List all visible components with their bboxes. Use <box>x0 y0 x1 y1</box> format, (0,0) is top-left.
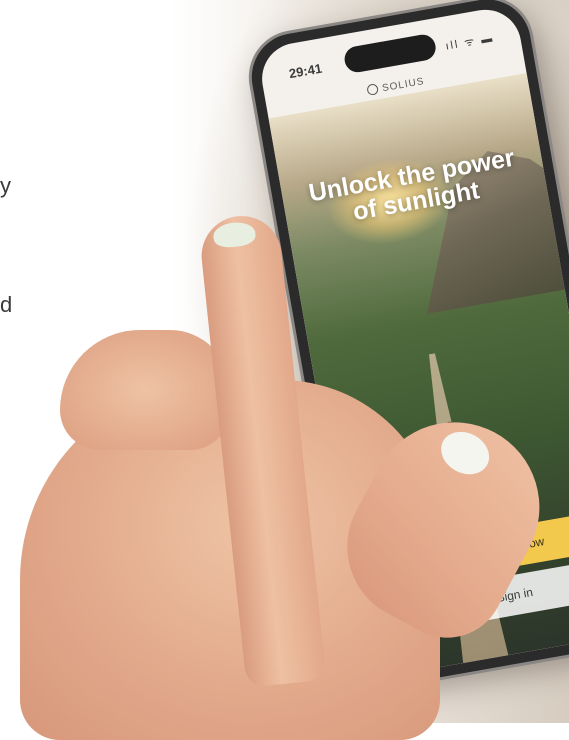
status-icons: ıll ᯤ ▬ <box>444 32 496 53</box>
fingernail <box>212 220 257 249</box>
dynamic-island <box>342 32 438 75</box>
cropped-side-text: y <box>0 173 11 198</box>
status-time: 29:41 <box>287 60 324 82</box>
thumbnail-nail <box>433 423 497 483</box>
cropped-side-text: d <box>0 292 13 317</box>
circle-logo-icon <box>366 83 380 96</box>
